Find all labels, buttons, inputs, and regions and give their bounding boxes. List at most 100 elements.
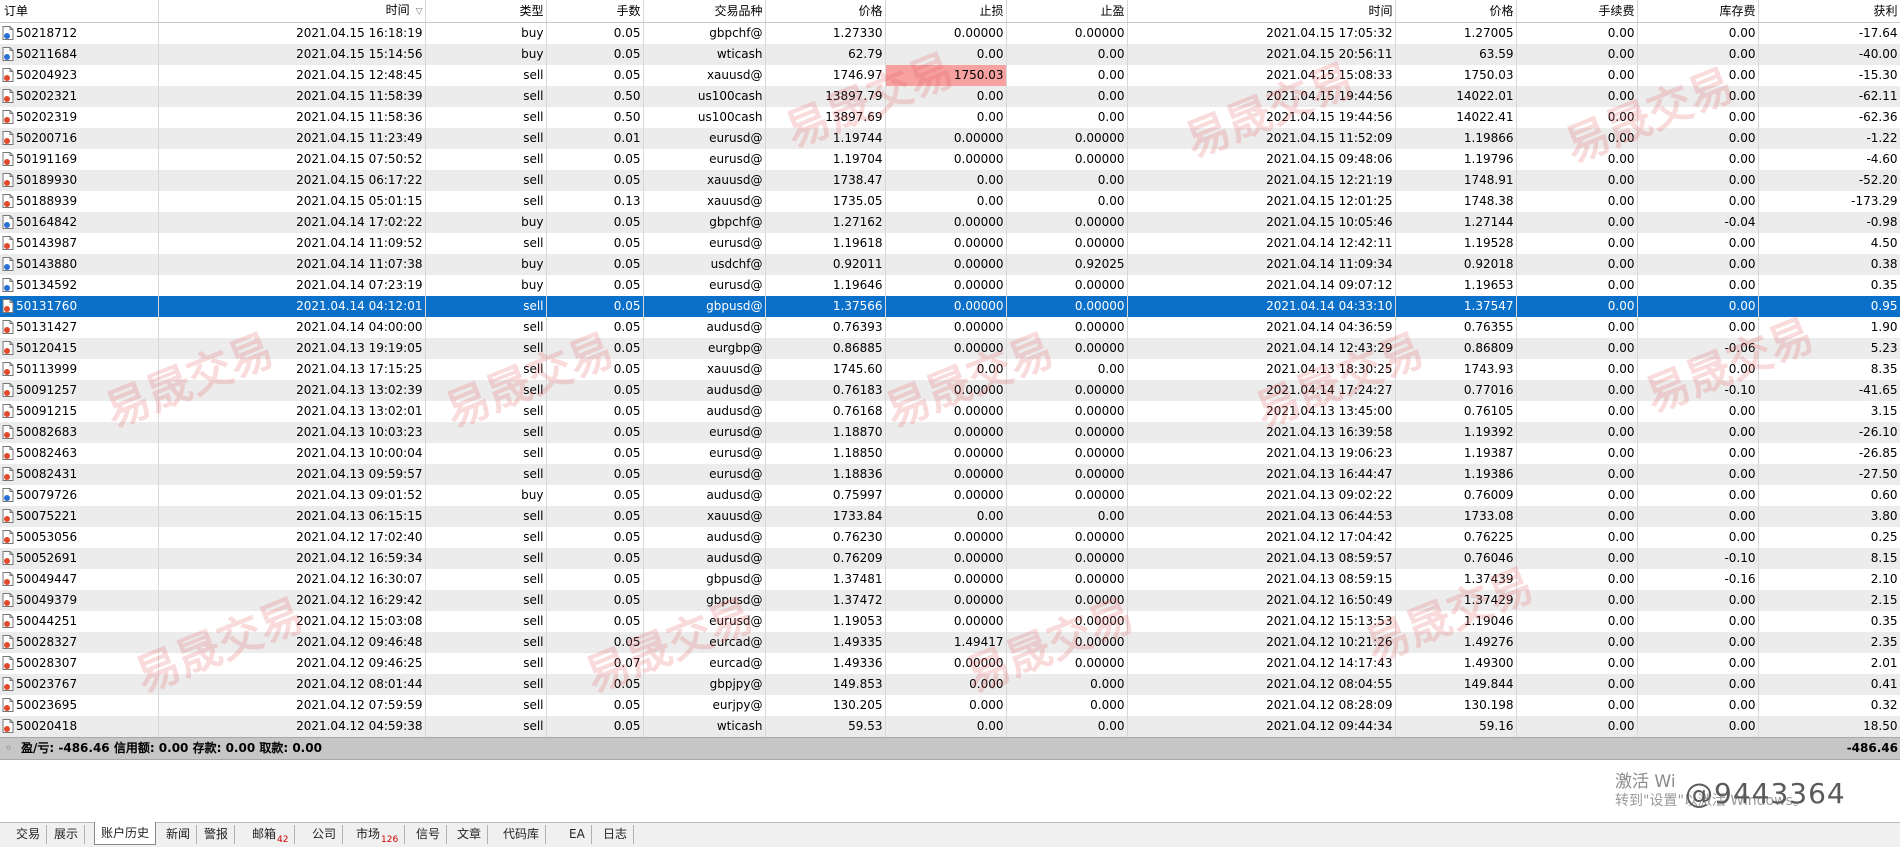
table-row[interactable]: 50164842 2021.04.14 17:02:22 buy 0.05 gbpchf… bbox=[0, 212, 1900, 233]
tab-9[interactable]: 文章 bbox=[451, 825, 489, 844]
profit-cell: -41.65 bbox=[1758, 380, 1900, 401]
order-number: 50028327 bbox=[16, 635, 78, 649]
table-row[interactable]: 50028307 2021.04.12 09:46:25 sell 0.07 eurca… bbox=[0, 653, 1900, 674]
type-cell: buy bbox=[425, 212, 547, 233]
table-row[interactable]: 50143880 2021.04.14 11:07:38 buy 0.05 usdchf… bbox=[0, 254, 1900, 275]
column-header-symbol[interactable]: 交易品种 bbox=[643, 0, 766, 23]
table-row[interactable]: 50218712 2021.04.15 16:18:19 buy 0.05 gbpchf… bbox=[0, 22, 1900, 44]
order-cell: 50218712 bbox=[0, 22, 159, 44]
table-row[interactable]: 50028327 2021.04.12 09:46:48 sell 0.05 eurca… bbox=[0, 632, 1900, 653]
close-time-cell: 2021.04.13 13:45:00 bbox=[1127, 401, 1396, 422]
table-row[interactable]: 50091215 2021.04.13 13:02:01 sell 0.05 audus… bbox=[0, 401, 1900, 422]
tab-5[interactable]: 邮箱42 bbox=[246, 825, 296, 845]
order-cell: 50082431 bbox=[0, 464, 159, 485]
tab-10[interactable]: 代码库 bbox=[497, 825, 547, 844]
table-row[interactable]: 50049379 2021.04.12 16:29:42 sell 0.05 gbpus… bbox=[0, 590, 1900, 611]
take-profit-cell: 0.00000 bbox=[1006, 275, 1128, 296]
table-row[interactable]: 50189930 2021.04.15 06:17:22 sell 0.05 xauus… bbox=[0, 170, 1900, 191]
column-header-order[interactable]: 订单 bbox=[0, 0, 159, 23]
lots-cell: 0.05 bbox=[546, 632, 644, 653]
table-row[interactable]: 50131427 2021.04.14 04:00:00 sell 0.05 audus… bbox=[0, 317, 1900, 338]
tab-8[interactable]: 信号 bbox=[410, 825, 448, 844]
column-header-open-price[interactable]: 价格 bbox=[765, 0, 886, 23]
table-row[interactable]: 50023767 2021.04.12 08:01:44 sell 0.05 gbpjp… bbox=[0, 674, 1900, 695]
column-header-close-time[interactable]: 时间 bbox=[1127, 0, 1396, 23]
sell-order-icon bbox=[2, 445, 16, 460]
open-time-cell: 2021.04.13 09:59:57 bbox=[158, 464, 426, 485]
open-time-cell: 2021.04.15 05:01:15 bbox=[158, 191, 426, 212]
table-row[interactable]: 50082431 2021.04.13 09:59:57 sell 0.05 eurus… bbox=[0, 464, 1900, 485]
take-profit-cell: 0.92025 bbox=[1006, 254, 1128, 275]
tab-4[interactable]: 警报 bbox=[198, 825, 236, 844]
open-price-cell: 13897.79 bbox=[765, 86, 886, 107]
column-header-commission[interactable]: 手续费 bbox=[1516, 0, 1638, 23]
tab-1[interactable]: 展示 bbox=[48, 825, 86, 844]
symbol-cell: xauusd@ bbox=[643, 170, 766, 191]
table-row[interactable]: 50143987 2021.04.14 11:09:52 sell 0.05 eurus… bbox=[0, 233, 1900, 254]
tab-0[interactable]: 交易 bbox=[10, 825, 48, 844]
table-row[interactable]: 50053056 2021.04.12 17:02:40 sell 0.05 audus… bbox=[0, 527, 1900, 548]
table-row[interactable]: 50079726 2021.04.13 09:01:52 buy 0.05 audusd… bbox=[0, 485, 1900, 506]
close-price-cell: 0.76355 bbox=[1395, 317, 1517, 338]
tab-label: 邮箱 bbox=[252, 827, 277, 841]
table-row[interactable]: 50044251 2021.04.12 15:03:08 sell 0.05 eurus… bbox=[0, 611, 1900, 632]
column-header-open-time-label: 时间 bbox=[385, 3, 410, 17]
column-header-profit[interactable]: 获利 bbox=[1758, 0, 1900, 23]
tab-label: 警报 bbox=[204, 827, 229, 841]
buy-order-icon bbox=[2, 25, 16, 40]
table-row[interactable]: 50075221 2021.04.13 06:15:15 sell 0.05 xauus… bbox=[0, 506, 1900, 527]
table-row[interactable]: 50120415 2021.04.13 19:19:05 sell 0.05 eurgb… bbox=[0, 338, 1900, 359]
table-row[interactable]: 50113999 2021.04.13 17:15:25 sell 0.05 xauus… bbox=[0, 359, 1900, 380]
tab-badge-count: 42 bbox=[277, 835, 289, 845]
table-row[interactable]: 50200716 2021.04.15 11:23:49 sell 0.01 eurus… bbox=[0, 128, 1900, 149]
tab-12[interactable]: 日志 bbox=[597, 825, 635, 844]
table-row[interactable]: 50020418 2021.04.12 04:59:38 sell 0.05 wtica… bbox=[0, 716, 1900, 737]
open-time-cell: 2021.04.14 04:12:01 bbox=[158, 296, 426, 317]
column-header-lots[interactable]: 手数 bbox=[546, 0, 644, 23]
table-row[interactable]: 50191169 2021.04.15 07:50:52 sell 0.05 eurus… bbox=[0, 149, 1900, 170]
lots-cell: 0.05 bbox=[546, 233, 644, 254]
column-header-close-price[interactable]: 价格 bbox=[1395, 0, 1517, 23]
column-header-swap[interactable]: 库存费 bbox=[1637, 0, 1759, 23]
tab-3[interactable]: 新闻 bbox=[160, 825, 198, 844]
open-time-cell: 2021.04.12 08:01:44 bbox=[158, 674, 426, 695]
open-price-cell: 1733.84 bbox=[765, 506, 886, 527]
profit-cell: 0.25 bbox=[1758, 527, 1900, 548]
table-row[interactable]: 50211684 2021.04.15 15:14:56 buy 0.05 wticas… bbox=[0, 44, 1900, 65]
sell-order-icon bbox=[2, 382, 16, 397]
lots-cell: 0.05 bbox=[546, 506, 644, 527]
symbol-cell: wticash bbox=[643, 716, 766, 737]
tab-7[interactable]: 市场126 bbox=[350, 825, 406, 845]
stop-loss-cell: 0.00000 bbox=[885, 422, 1007, 443]
table-row[interactable]: 50131760 2021.04.14 04:12:01 sell 0.05 gbpus… bbox=[0, 296, 1900, 317]
table-row[interactable]: 50023695 2021.04.12 07:59:59 sell 0.05 eurjp… bbox=[0, 695, 1900, 716]
tab-2[interactable]: 账户历史 bbox=[94, 822, 157, 845]
table-row[interactable]: 50204923 2021.04.15 12:48:45 sell 0.05 xauus… bbox=[0, 65, 1900, 86]
open-time-cell: 2021.04.13 10:03:23 bbox=[158, 422, 426, 443]
column-header-stop-loss[interactable]: 止损 bbox=[885, 0, 1007, 23]
table-row[interactable]: 50082683 2021.04.13 10:03:23 sell 0.05 eurus… bbox=[0, 422, 1900, 443]
table-row[interactable]: 50049447 2021.04.12 16:30:07 sell 0.05 gbpus… bbox=[0, 569, 1900, 590]
table-row[interactable]: 50188939 2021.04.15 05:01:15 sell 0.13 xauus… bbox=[0, 191, 1900, 212]
table-row[interactable]: 50202319 2021.04.15 11:58:36 sell 0.50 us100… bbox=[0, 107, 1900, 128]
type-cell: sell bbox=[425, 107, 547, 128]
type-cell: sell bbox=[425, 443, 547, 464]
order-cell: 50044251 bbox=[0, 611, 159, 632]
close-time-cell: 2021.04.15 12:21:19 bbox=[1127, 170, 1396, 191]
table-row[interactable]: 50082463 2021.04.13 10:00:04 sell 0.05 eurus… bbox=[0, 443, 1900, 464]
lots-cell: 0.05 bbox=[546, 422, 644, 443]
order-number: 50113999 bbox=[16, 362, 78, 376]
column-header-take-profit[interactable]: 止盈 bbox=[1006, 0, 1128, 23]
column-header-open-time[interactable]: 时间 ▽ bbox=[158, 0, 426, 23]
open-price-cell: 13897.69 bbox=[765, 107, 886, 128]
table-row[interactable]: 50134592 2021.04.14 07:23:19 buy 0.05 eurusd… bbox=[0, 275, 1900, 296]
type-cell: sell bbox=[425, 401, 547, 422]
tab-11[interactable]: EA bbox=[563, 825, 592, 844]
table-row[interactable]: 50052691 2021.04.12 16:59:34 sell 0.05 audus… bbox=[0, 548, 1900, 569]
table-row[interactable]: 50091257 2021.04.13 13:02:39 sell 0.05 audus… bbox=[0, 380, 1900, 401]
sell-order-icon bbox=[2, 424, 16, 439]
column-header-type[interactable]: 类型 bbox=[425, 0, 547, 23]
table-row[interactable]: 50202321 2021.04.15 11:58:39 sell 0.50 us100… bbox=[0, 86, 1900, 107]
tab-6[interactable]: 公司 bbox=[306, 825, 344, 844]
order-number: 50091257 bbox=[16, 383, 78, 397]
